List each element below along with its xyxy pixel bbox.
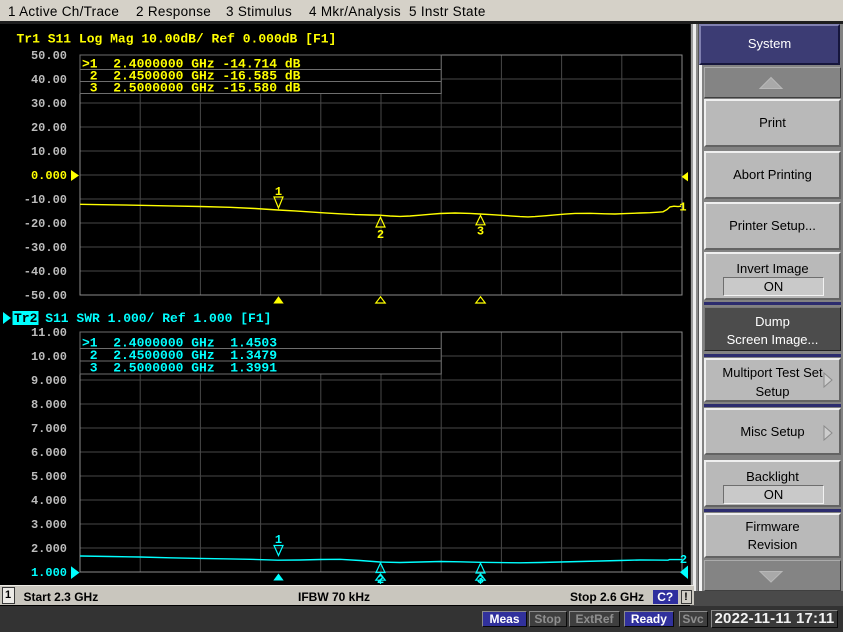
svg-text:30.00: 30.00 [31, 97, 67, 111]
svg-text:1: 1 [679, 201, 686, 215]
svg-text:2: 2 [680, 553, 687, 567]
svg-text:-50.00: -50.00 [24, 289, 67, 303]
svg-text:0.000: 0.000 [31, 169, 67, 183]
svg-text:9.000: 9.000 [31, 374, 67, 388]
svg-text:Tr1 S11 Log Mag 10.00dB/ Ref 0: Tr1 S11 Log Mag 10.00dB/ Ref 0.000dB [F1… [17, 32, 337, 47]
svg-text:5.000: 5.000 [31, 470, 67, 484]
svg-text:3 2.5000000 GHz -15.580 dB: 3 2.5000000 GHz -15.580 dB [82, 81, 301, 96]
svg-text:40.00: 40.00 [31, 73, 67, 87]
svg-text:20.00: 20.00 [31, 121, 67, 135]
svg-text:1.000: 1.000 [31, 566, 67, 580]
svg-text:2: 2 [377, 228, 384, 242]
svg-text:10.00: 10.00 [31, 350, 67, 364]
svg-text:50.00: 50.00 [31, 49, 67, 63]
svg-text:6.000: 6.000 [31, 446, 67, 460]
svg-text:2.000: 2.000 [31, 542, 67, 556]
svg-text:3 2.5000000 GHz 1.3991: 3 2.5000000 GHz 1.3991 [82, 361, 277, 376]
svg-text:-30.00: -30.00 [24, 241, 67, 255]
svg-text:-40.00: -40.00 [24, 265, 67, 279]
svg-text:-20.00: -20.00 [24, 217, 67, 231]
svg-text:3: 3 [477, 225, 484, 239]
svg-text:4.000: 4.000 [31, 494, 67, 508]
svg-text:8.000: 8.000 [31, 398, 67, 412]
svg-text:10.00: 10.00 [31, 145, 67, 159]
svg-text:3.000: 3.000 [31, 518, 67, 532]
svg-text:7.000: 7.000 [31, 422, 67, 436]
svg-text:Tr2: Tr2 [14, 311, 38, 326]
svg-text:S11 SWR 1.000/ Ref 1.000 [F1]: S11 SWR 1.000/ Ref 1.000 [F1] [37, 311, 271, 326]
svg-text:11.00: 11.00 [31, 326, 67, 340]
svg-text:-10.00: -10.00 [24, 193, 67, 207]
